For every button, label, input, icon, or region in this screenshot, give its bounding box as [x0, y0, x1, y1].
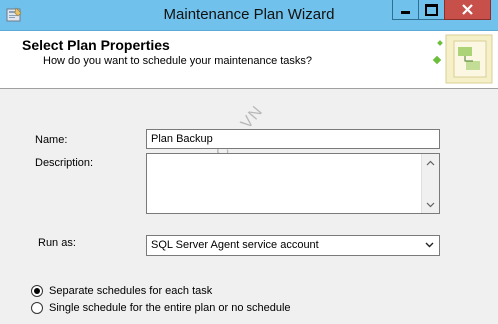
page-subtitle: How do you want to schedule your mainten…	[43, 55, 313, 67]
minimize-icon	[401, 11, 410, 14]
maintenance-plan-wizard-window: Maintenance Plan Wizard Select Plan Prop…	[0, 0, 498, 324]
chevron-down-icon	[426, 202, 435, 207]
scroll-up-button[interactable]	[422, 154, 439, 171]
close-icon	[462, 4, 473, 15]
close-button[interactable]	[444, 0, 491, 20]
separate-schedules-label[interactable]: Separate schedules for each task	[49, 285, 212, 297]
run-as-label: Run as:	[38, 237, 76, 249]
name-label: Name:	[35, 134, 68, 146]
wizard-illustration-icon	[432, 34, 493, 84]
chevron-up-icon	[426, 160, 435, 165]
description-label: Description:	[35, 157, 94, 169]
minimize-button[interactable]	[392, 0, 419, 20]
wizard-header: Select Plan Properties How do you want t…	[0, 31, 498, 89]
title-bar[interactable]: Maintenance Plan Wizard	[0, 0, 498, 31]
name-field[interactable]: Plan Backup	[146, 129, 440, 149]
single-schedule-option[interactable]: Single schedule for the entire plan or n…	[31, 300, 291, 316]
page-title: Select Plan Properties	[22, 37, 170, 53]
separate-schedules-radio[interactable]	[31, 285, 43, 297]
scroll-down-button[interactable]	[422, 196, 439, 213]
description-field[interactable]	[146, 153, 440, 214]
description-scrollbar[interactable]	[421, 154, 439, 213]
app-icon[interactable]	[6, 7, 22, 23]
single-schedule-label[interactable]: Single schedule for the entire plan or n…	[49, 302, 291, 314]
chevron-down-icon	[425, 242, 434, 248]
maximize-icon	[425, 3, 438, 16]
run-as-value: SQL Server Agent service account	[151, 239, 319, 251]
run-as-select[interactable]: SQL Server Agent service account	[146, 235, 440, 256]
maximize-button[interactable]	[418, 0, 445, 20]
separate-schedules-option[interactable]: Separate schedules for each task	[31, 283, 212, 299]
single-schedule-radio[interactable]	[31, 302, 43, 314]
